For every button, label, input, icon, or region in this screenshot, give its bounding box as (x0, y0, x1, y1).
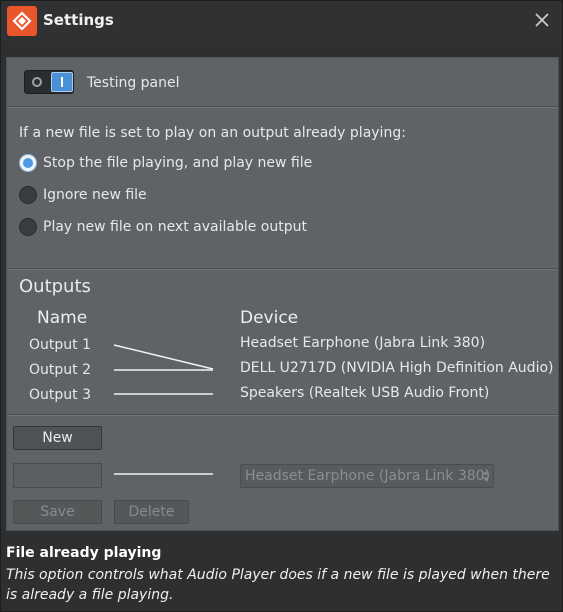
output-device-links (113, 344, 214, 475)
device-select[interactable]: Headset Earphone (Jabra Link 380) (240, 464, 494, 488)
spinner-arrows-icon (483, 471, 488, 481)
output-name-input[interactable] (13, 463, 102, 488)
settings-panel: Testing panel If a new file is set to pl… (6, 57, 559, 531)
close-icon[interactable] (531, 9, 553, 31)
help-text: This option controls what Audio Player d… (6, 567, 550, 603)
settings-window: Settings Testing panel If a new file is … (0, 0, 563, 612)
divider (7, 414, 558, 416)
new-output-button[interactable]: New (13, 426, 102, 450)
delete-button[interactable]: Delete (114, 500, 189, 524)
device-2[interactable]: DELL U2717D (NVIDIA High Definition Audi… (240, 360, 553, 376)
window-title: Settings (43, 11, 114, 29)
save-button[interactable]: Save (13, 500, 102, 524)
title-bar[interactable]: Settings (1, 1, 562, 41)
link-line-output-1 (113, 344, 214, 370)
help-title: File already playing (6, 545, 162, 561)
device-1[interactable]: Headset Earphone (Jabra Link 380) (240, 335, 485, 351)
device-select-value: Headset Earphone (Jabra Link 380) (245, 468, 491, 484)
device-3[interactable]: Speakers (Realtek USB Audio Front) (240, 385, 489, 401)
app-logo-icon (7, 6, 37, 36)
